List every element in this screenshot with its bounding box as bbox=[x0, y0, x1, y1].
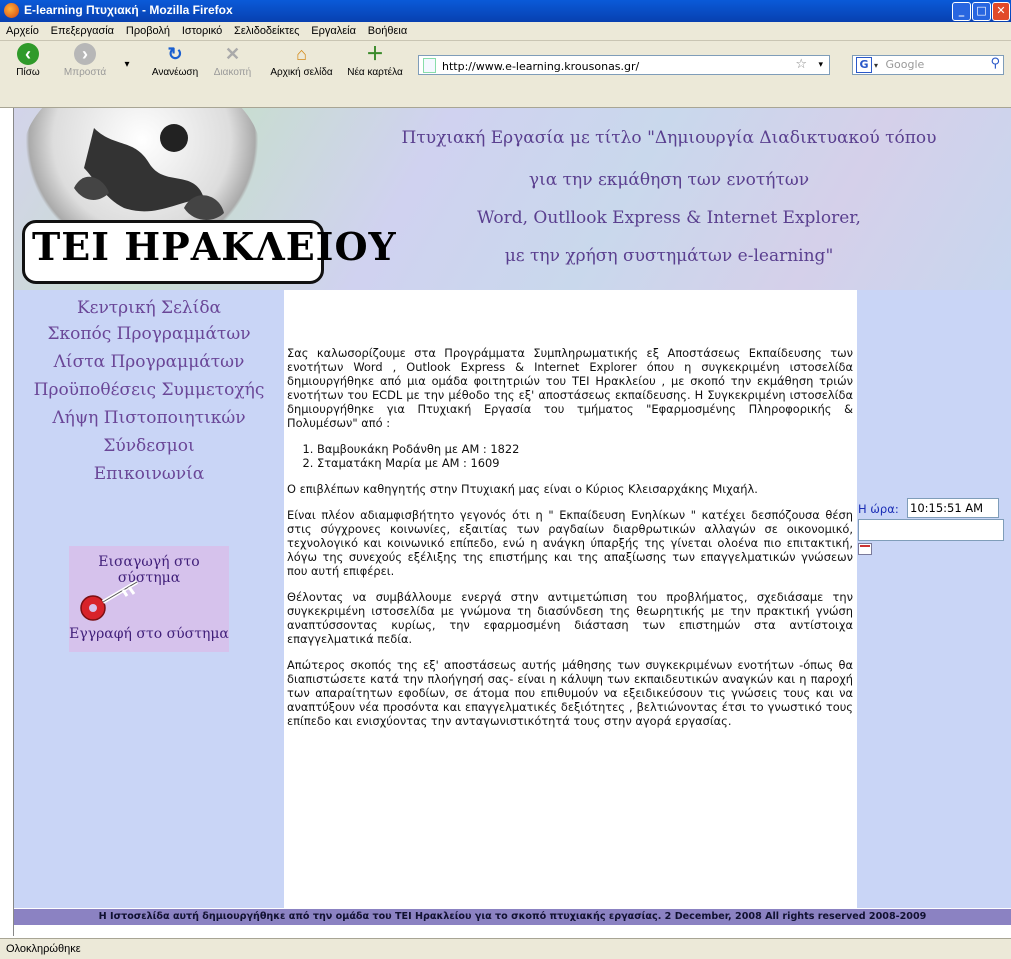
firefox-icon bbox=[4, 3, 19, 18]
menu-edit[interactable]: Επεξεργασία bbox=[51, 22, 114, 40]
login-box: Εισαγωγή στο σύστημα Εγγραφή στο σύστημα bbox=[69, 546, 229, 652]
back-label: Πίσω bbox=[16, 67, 40, 78]
stop-button[interactable]: ✕ Διακοπή bbox=[210, 43, 255, 78]
url-bar[interactable]: http://www.e-learning.krousonas.gr/ ☆ ▾ bbox=[418, 55, 830, 75]
window-title: E-learning Πτυχιακή - Mozilla Firefox bbox=[24, 3, 233, 17]
bookmark-star-icon[interactable]: ☆ bbox=[795, 56, 807, 74]
nav-programs-list[interactable]: Λίστα Προγραμμάτων bbox=[14, 352, 284, 372]
new-tab-button[interactable]: ＋ Νέα καρτέλα bbox=[342, 43, 408, 78]
home-icon: ⌂ bbox=[296, 44, 307, 64]
search-icon[interactable]: ⚲ bbox=[990, 55, 1000, 73]
key-icon bbox=[80, 580, 139, 621]
intro-paragraph: Σας καλωσορίζουμε στα Προγράμματα Συμπλη… bbox=[287, 346, 853, 430]
time-field[interactable]: 10:15:51 AM bbox=[907, 498, 999, 518]
new-tab-icon: ＋ bbox=[366, 44, 384, 64]
forward-label: Μπροστά bbox=[63, 67, 107, 78]
main-text: Σας καλωσορίζουμε στα Προγράμματα Συμπλη… bbox=[287, 346, 853, 740]
nav-links[interactable]: Σύνδεσμοι bbox=[14, 436, 284, 456]
supervisor-paragraph: Ο επιβλέπων καθηγητής στην Πτυχιακή μας … bbox=[287, 482, 758, 496]
header-line-4: με την χρήση συστημάτων e-learning" bbox=[504, 246, 834, 266]
nav-home[interactable]: Κεντρική Σελίδα bbox=[14, 298, 284, 318]
left-sidebar: Κεντρική Σελίδα Σκοπός Προγραμμάτων Λίστ… bbox=[14, 290, 284, 908]
forward-arrow-icon: › bbox=[74, 43, 96, 65]
date-field[interactable] bbox=[858, 519, 1004, 541]
paragraph-2: Είναι πλέον αδιαμφισβήτητο γεγονός ότι η… bbox=[287, 508, 853, 578]
history-dropdown[interactable]: ▾ bbox=[122, 59, 132, 70]
new-tab-label: Νέα καρτέλα bbox=[347, 67, 403, 78]
right-sidebar: Η ώρα: 10:15:51 AM bbox=[857, 290, 1011, 908]
nav-certificates[interactable]: Λήψη Πιστοποιητικών bbox=[14, 408, 284, 428]
nav-participation-requirements[interactable]: Προϋποθέσεις Συμμετοχής bbox=[14, 380, 284, 400]
register-link[interactable]: Εγγραφή στο σύστημα bbox=[69, 626, 229, 642]
main-content: Σας καλωσορίζουμε στα Προγράμματα Συμπλη… bbox=[284, 290, 856, 908]
google-icon[interactable]: G bbox=[856, 57, 872, 73]
header-line-3: Word, Outllook Express & Internet Explor… bbox=[477, 208, 861, 228]
nav-programs-goal[interactable]: Σκοπός Προγραμμάτων bbox=[14, 324, 284, 344]
stop-label: Διακοπή bbox=[213, 67, 252, 78]
menu-tools[interactable]: Εργαλεία bbox=[311, 22, 356, 40]
url-text: http://www.e-learning.krousonas.gr/ bbox=[442, 60, 640, 73]
authors-list: Βαμβουκάκη Ροδάνθη με ΑΜ : 1822 Σταματάκ… bbox=[287, 442, 853, 470]
menu-view[interactable]: Προβολή bbox=[126, 22, 170, 40]
header-line-1: Πτυχιακή Εργασία με τίτλο "Δημιουργία Δι… bbox=[401, 128, 937, 148]
reload-icon: ↻ bbox=[167, 44, 183, 64]
status-bar: Ολοκληρώθηκε bbox=[0, 938, 1011, 959]
home-button[interactable]: ⌂ Αρχική σελίδα bbox=[264, 43, 339, 78]
page-icon bbox=[423, 58, 436, 73]
reload-label: Ανανέωση bbox=[151, 67, 199, 78]
header-line-2: για την εκμάθηση των ενοτήτων bbox=[528, 170, 810, 190]
menu-bookmarks[interactable]: Σελιδοδείκτες bbox=[234, 22, 299, 40]
back-arrow-icon: ‹ bbox=[17, 43, 39, 65]
close-button[interactable]: ✕ bbox=[992, 2, 1010, 21]
page-header-banner: ΤΕΙ ΗΡΑΚΛΕΙΟΥ Πτυχιακή Εργασία με τίτλο … bbox=[14, 108, 1011, 290]
menu-file[interactable]: Αρχείο bbox=[6, 22, 39, 40]
window-titlebar: E-learning Πτυχιακή - Mozilla Firefox _ … bbox=[0, 0, 1011, 22]
navigation-toolbar: ‹ Πίσω › Μπροστά ▾ ↻ Ανανέωση ✕ Διακοπή … bbox=[0, 41, 1011, 108]
stop-icon: ✕ bbox=[224, 44, 241, 64]
paragraph-3: Θέλοντας να συμβάλλουμε ενεργά στην αντι… bbox=[287, 590, 853, 646]
reload-button[interactable]: ↻ Ανανέωση bbox=[145, 43, 205, 78]
menu-help[interactable]: Βοήθεια bbox=[368, 22, 407, 40]
search-placeholder: Google bbox=[885, 58, 925, 71]
logo-artwork bbox=[74, 124, 224, 220]
nav-contact[interactable]: Επικοινωνία bbox=[14, 464, 284, 484]
home-label: Αρχική σελίδα bbox=[270, 67, 333, 78]
menu-history[interactable]: Ιστορικό bbox=[182, 22, 222, 40]
paragraph-4: Απώτερος σκοπός της εξ' αποστάσεως αυτής… bbox=[287, 658, 853, 728]
forward-button[interactable]: › Μπροστά bbox=[60, 43, 110, 78]
maximize-button[interactable]: □ bbox=[972, 2, 991, 21]
time-label: Η ώρα: bbox=[858, 502, 899, 516]
url-dropdown-icon[interactable]: ▾ bbox=[818, 56, 823, 74]
page-footer: Η Ιστοσελίδα αυτή δημιουργήθηκε από την … bbox=[14, 909, 1011, 925]
status-text: Ολοκληρώθηκε bbox=[6, 943, 81, 955]
author-item: Σταματάκη Μαρία με ΑΜ : 1609 bbox=[317, 456, 853, 470]
search-box[interactable]: G ▾ Google ⚲ bbox=[852, 55, 1004, 75]
page-content: ΤΕΙ ΗΡΑΚΛΕΙΟΥ Πτυχιακή Εργασία με τίτλο … bbox=[13, 108, 1011, 936]
back-button[interactable]: ‹ Πίσω bbox=[8, 43, 48, 78]
author-item: Βαμβουκάκη Ροδάνθη με ΑΜ : 1822 bbox=[317, 442, 853, 456]
menu-bar: Αρχείο Επεξεργασία Προβολή Ιστορικό Σελι… bbox=[0, 22, 1011, 41]
minimize-button[interactable]: _ bbox=[952, 2, 971, 21]
calendar-icon[interactable] bbox=[858, 543, 872, 555]
